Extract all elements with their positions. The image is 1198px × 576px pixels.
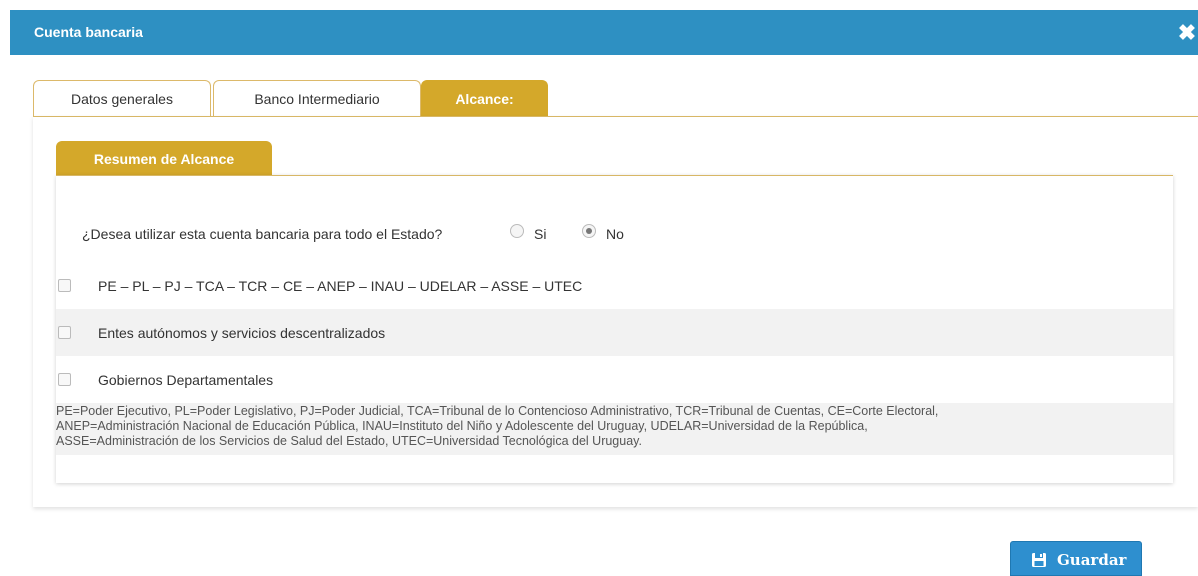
legend-line: ANEP=Administración Nacional de Educació… — [56, 419, 868, 433]
scope-label-entes: Entes autónomos y servicios descentraliz… — [98, 325, 386, 341]
tab-panel: Resumen de Alcance ¿Desea utilizar esta … — [33, 116, 1198, 507]
all-state-question: ¿Desea utilizar esta cuenta bancaria par… — [82, 226, 443, 242]
legend-line: PE=Poder Ejecutivo, PL=Poder Legislativo… — [56, 404, 939, 418]
save-button-label: Guardar — [1057, 551, 1127, 569]
scope-checkbox-entes[interactable] — [58, 326, 71, 339]
save-button[interactable]: Guardar — [1010, 541, 1142, 576]
dialog-header: Cuenta bancaria ✖ — [10, 10, 1198, 55]
scope-summary-box: ¿Desea utilizar esta cuenta bancaria par… — [56, 175, 1173, 483]
scope-row-poderes: PE – PL – PJ – TCA – TCR – CE – ANEP – I… — [56, 262, 1173, 309]
radio-no-label: No — [606, 226, 624, 242]
scope-label-gobiernos: Gobiernos Departamentales — [98, 372, 274, 388]
scope-row-entes: Entes autónomos y servicios descentraliz… — [56, 309, 1173, 356]
acronym-legend: PE=Poder Ejecutivo, PL=Poder Legislativo… — [56, 403, 1173, 455]
tab-alcance[interactable]: Alcance: — [421, 80, 548, 116]
dialog-title: Cuenta bancaria — [34, 24, 143, 40]
scope-checkbox-poderes[interactable] — [58, 279, 71, 292]
close-icon[interactable]: ✖ — [1176, 22, 1198, 44]
tab-datos-generales[interactable]: Datos generales — [33, 80, 211, 116]
radio-si[interactable] — [510, 224, 524, 238]
scope-checkbox-gobiernos[interactable] — [58, 373, 71, 386]
radio-no[interactable] — [582, 224, 596, 238]
scope-row-gobiernos: Gobiernos Departamentales — [56, 356, 1173, 403]
legend-line: ASSE=Administración de los Servicios de … — [56, 434, 642, 448]
subtab-resumen-alcance[interactable]: Resumen de Alcance — [56, 141, 272, 175]
tab-banco-intermediario[interactable]: Banco Intermediario — [213, 80, 421, 116]
radio-si-label: Si — [534, 226, 547, 242]
floppy-disk-icon — [1031, 552, 1047, 568]
scope-label-poderes: PE – PL – PJ – TCA – TCR – CE – ANEP – I… — [98, 278, 583, 294]
